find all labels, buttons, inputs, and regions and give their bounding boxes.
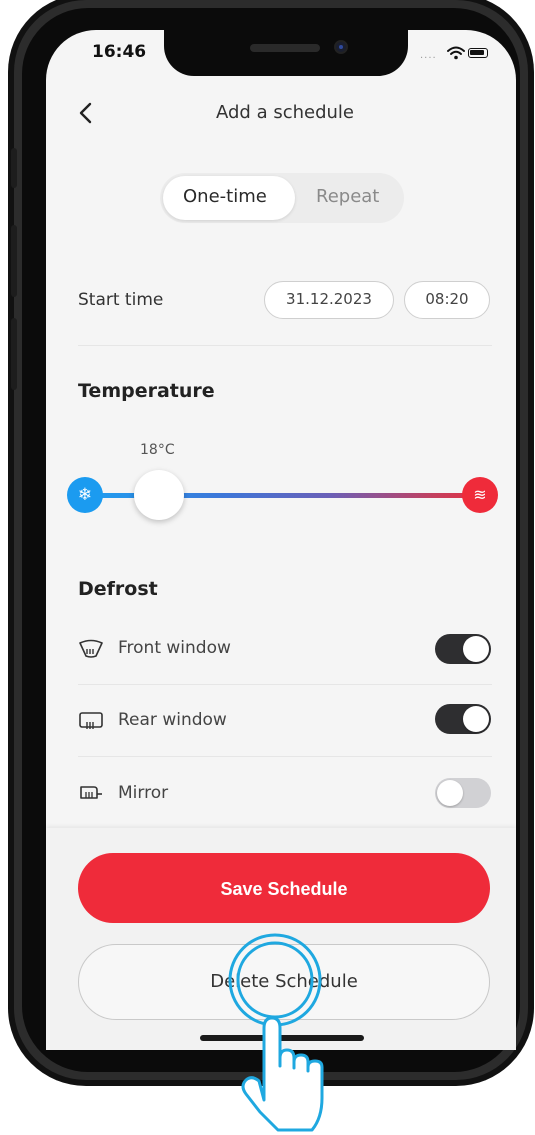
rear-window-defrost-icon <box>79 712 103 729</box>
mirror-defrost-icon <box>80 786 102 799</box>
front-window-toggle[interactable] <box>435 634 491 664</box>
speaker-grille <box>250 44 320 52</box>
wifi-icon <box>447 46 465 60</box>
tab-one-time-label[interactable]: One-time <box>183 186 267 207</box>
mirror-toggle[interactable] <box>435 778 491 808</box>
divider <box>78 684 492 685</box>
start-time-label: Start time <box>78 290 164 310</box>
start-date-picker[interactable]: 31.12.2023 <box>264 281 394 319</box>
volume-up-button <box>11 225 17 297</box>
start-time-picker[interactable]: 08:20 <box>404 281 490 319</box>
rear-window-label: Rear window <box>118 710 227 730</box>
battery-icon <box>468 48 488 58</box>
front-window-defrost-icon <box>79 639 103 658</box>
mute-switch <box>11 148 17 188</box>
notch <box>164 30 408 76</box>
signal-dots: .... <box>420 50 437 61</box>
back-chevron-icon[interactable] <box>74 98 98 128</box>
mirror-label: Mirror <box>118 783 169 803</box>
tap-hand-icon <box>228 933 324 1132</box>
heat-waves-icon: ≋ <box>462 477 498 513</box>
tab-repeat-label[interactable]: Repeat <box>316 186 379 207</box>
temperature-title: Temperature <box>78 380 215 402</box>
temperature-value: 18°C <box>140 442 175 458</box>
volume-down-button <box>11 318 17 390</box>
front-camera <box>334 40 348 54</box>
save-schedule-button[interactable]: Save Schedule <box>78 853 490 923</box>
defrost-title: Defrost <box>78 578 158 600</box>
page-title: Add a schedule <box>216 102 354 123</box>
front-window-label: Front window <box>118 638 231 658</box>
divider <box>78 345 492 346</box>
rear-window-toggle[interactable] <box>435 704 491 734</box>
status-time: 16:46 <box>92 42 147 62</box>
divider <box>78 756 492 757</box>
temperature-slider-thumb[interactable] <box>134 470 184 520</box>
snowflake-icon: ❄ <box>67 477 103 513</box>
